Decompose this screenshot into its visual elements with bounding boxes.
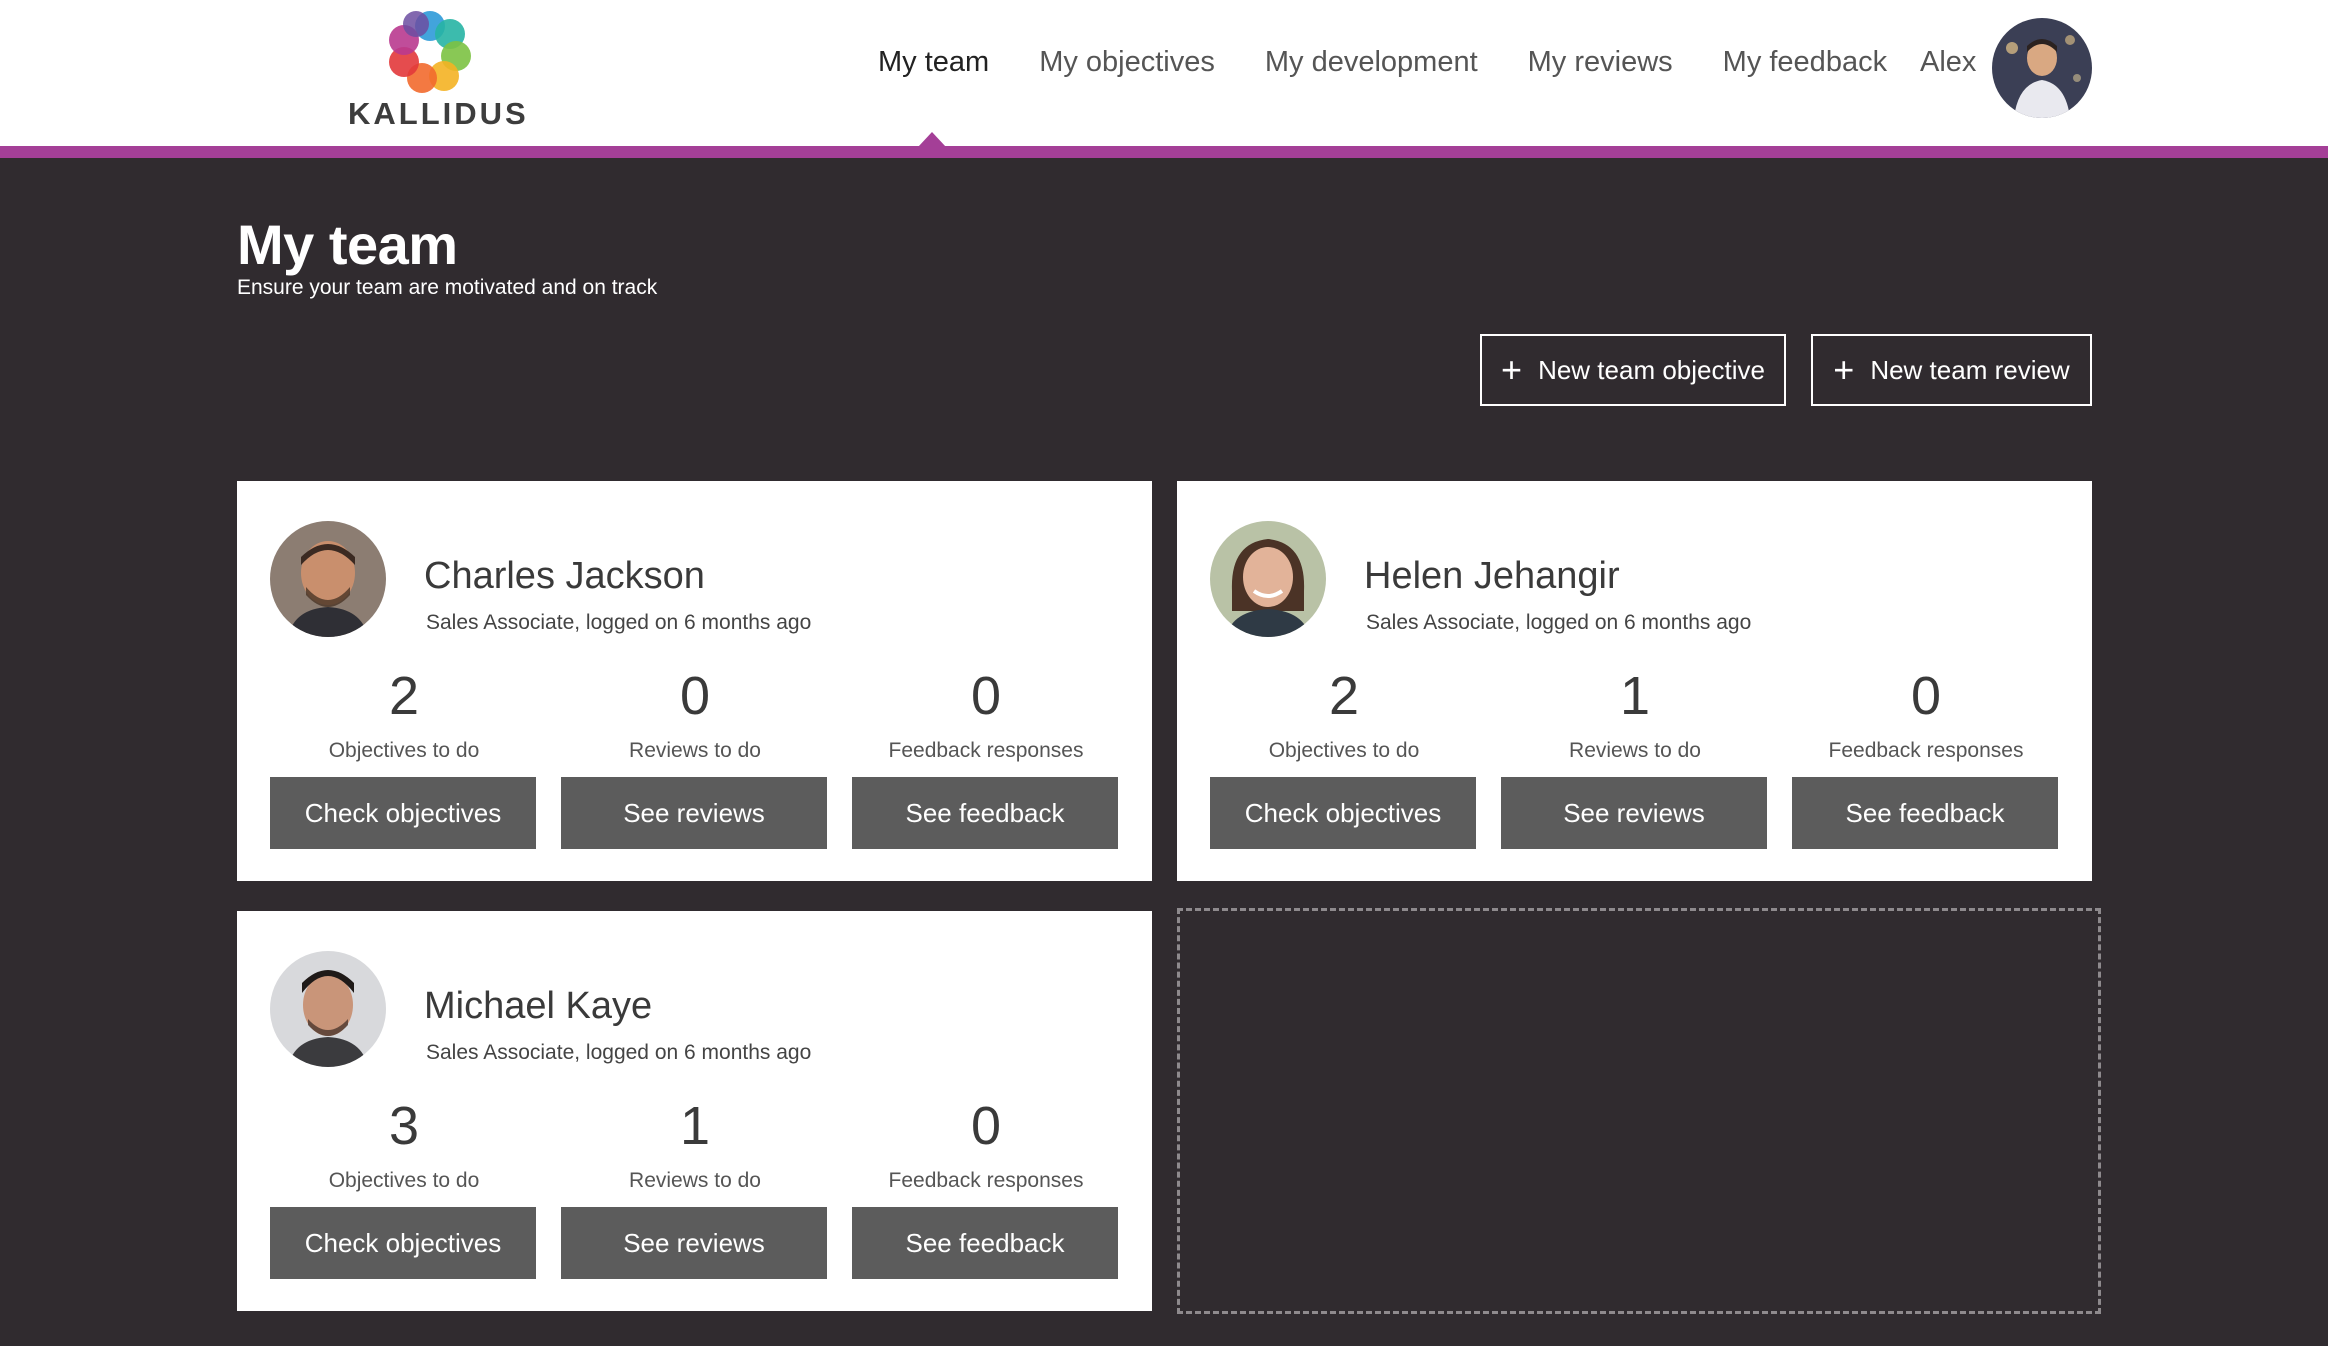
objectives-stat: 2 Objectives to do bbox=[270, 669, 538, 763]
see-reviews-button[interactable]: See reviews bbox=[1501, 777, 1767, 849]
plus-icon: + bbox=[1501, 349, 1523, 390]
member-avatar bbox=[270, 521, 386, 637]
reviews-count: 1 bbox=[1619, 666, 1651, 726]
see-reviews-button[interactable]: See reviews bbox=[561, 1207, 827, 1279]
member-photo-icon bbox=[1210, 521, 1326, 637]
member-role: Sales Associate, logged on 6 months ago bbox=[426, 1041, 812, 1064]
team-member-card: Helen Jehangir Sales Associate, logged o… bbox=[1177, 481, 2092, 881]
check-objectives-button[interactable]: Check objectives bbox=[270, 1207, 536, 1279]
reviews-stat: 1 Reviews to do bbox=[1501, 669, 1769, 763]
member-photo-icon bbox=[270, 521, 386, 637]
see-feedback-button[interactable]: See feedback bbox=[852, 1207, 1118, 1279]
member-name: Helen Jehangir bbox=[1364, 555, 1620, 597]
active-nav-indicator bbox=[918, 132, 946, 147]
feedback-label: Feedback responses bbox=[888, 1169, 1084, 1192]
feedback-count: 0 bbox=[970, 666, 1002, 726]
user-avatar-icon bbox=[1992, 18, 2092, 118]
nav-item-my-reviews[interactable]: My reviews bbox=[1528, 46, 1673, 79]
member-name: Charles Jackson bbox=[424, 555, 705, 597]
member-role: Sales Associate, logged on 6 months ago bbox=[426, 611, 812, 634]
reviews-stat: 0 Reviews to do bbox=[561, 669, 829, 763]
member-role: Sales Associate, logged on 6 months ago bbox=[1366, 611, 1752, 634]
feedback-count: 0 bbox=[1910, 666, 1942, 726]
feedback-stat: 0 Feedback responses bbox=[1792, 669, 2060, 763]
member-photo-icon bbox=[270, 951, 386, 1067]
see-reviews-button[interactable]: See reviews bbox=[561, 777, 827, 849]
new-team-objective-label: New team objective bbox=[1538, 354, 1765, 385]
objectives-label: Objectives to do bbox=[1268, 739, 1420, 762]
team-member-card: Charles Jackson Sales Associate, logged … bbox=[237, 481, 1152, 881]
nav-item-my-development[interactable]: My development bbox=[1265, 46, 1478, 79]
feedback-count: 0 bbox=[970, 1096, 1002, 1156]
objectives-count: 3 bbox=[388, 1096, 420, 1156]
reviews-label: Reviews to do bbox=[1569, 739, 1701, 762]
empty-card-placeholder bbox=[1177, 908, 2101, 1314]
flower-logo-icon bbox=[389, 11, 471, 93]
reviews-label: Reviews to do bbox=[629, 739, 761, 762]
team-member-card: Michael Kaye Sales Associate, logged on … bbox=[237, 911, 1152, 1311]
nav-item-my-team[interactable]: My team bbox=[878, 46, 989, 79]
user-avatar[interactable] bbox=[1992, 18, 2092, 118]
new-team-review-button[interactable]: + New team review bbox=[1811, 334, 2092, 406]
user-name[interactable]: Alex bbox=[1920, 46, 1976, 79]
objectives-stat: 2 Objectives to do bbox=[1210, 669, 1478, 763]
new-team-review-label: New team review bbox=[1870, 354, 2070, 385]
objectives-count: 2 bbox=[1328, 666, 1360, 726]
nav-item-my-feedback[interactable]: My feedback bbox=[1723, 46, 1887, 79]
header-accent-line bbox=[0, 146, 2328, 158]
plus-icon: + bbox=[1833, 349, 1855, 390]
feedback-stat: 0 Feedback responses bbox=[852, 669, 1120, 763]
feedback-label: Feedback responses bbox=[1828, 739, 2024, 762]
feedback-label: Feedback responses bbox=[888, 739, 1084, 762]
new-team-objective-button[interactable]: + New team objective bbox=[1480, 334, 1786, 406]
objectives-stat: 3 Objectives to do bbox=[270, 1099, 538, 1193]
check-objectives-button[interactable]: Check objectives bbox=[270, 777, 536, 849]
main-navigation: My team My objectives My development My … bbox=[878, 46, 1937, 79]
objectives-label: Objectives to do bbox=[328, 739, 480, 762]
member-avatar bbox=[1210, 521, 1326, 637]
reviews-label: Reviews to do bbox=[629, 1169, 761, 1192]
reviews-stat: 1 Reviews to do bbox=[561, 1099, 829, 1193]
reviews-count: 1 bbox=[679, 1096, 711, 1156]
page-title: My team bbox=[237, 213, 458, 276]
member-name: Michael Kaye bbox=[424, 985, 653, 1027]
top-navigation-bar: KALLIDUS My team My objectives My develo… bbox=[0, 0, 2328, 146]
reviews-count: 0 bbox=[679, 666, 711, 726]
member-avatar bbox=[270, 951, 386, 1067]
objectives-count: 2 bbox=[388, 666, 420, 726]
feedback-stat: 0 Feedback responses bbox=[852, 1099, 1120, 1193]
check-objectives-button[interactable]: Check objectives bbox=[1210, 777, 1476, 849]
brand-name: KALLIDUS bbox=[348, 96, 529, 131]
see-feedback-button[interactable]: See feedback bbox=[1792, 777, 2058, 849]
kallidus-logo[interactable]: KALLIDUS bbox=[340, 6, 526, 131]
objectives-label: Objectives to do bbox=[328, 1169, 480, 1192]
see-feedback-button[interactable]: See feedback bbox=[852, 777, 1118, 849]
page-subtitle: Ensure your team are motivated and on tr… bbox=[237, 276, 658, 299]
nav-item-my-objectives[interactable]: My objectives bbox=[1039, 46, 1215, 79]
